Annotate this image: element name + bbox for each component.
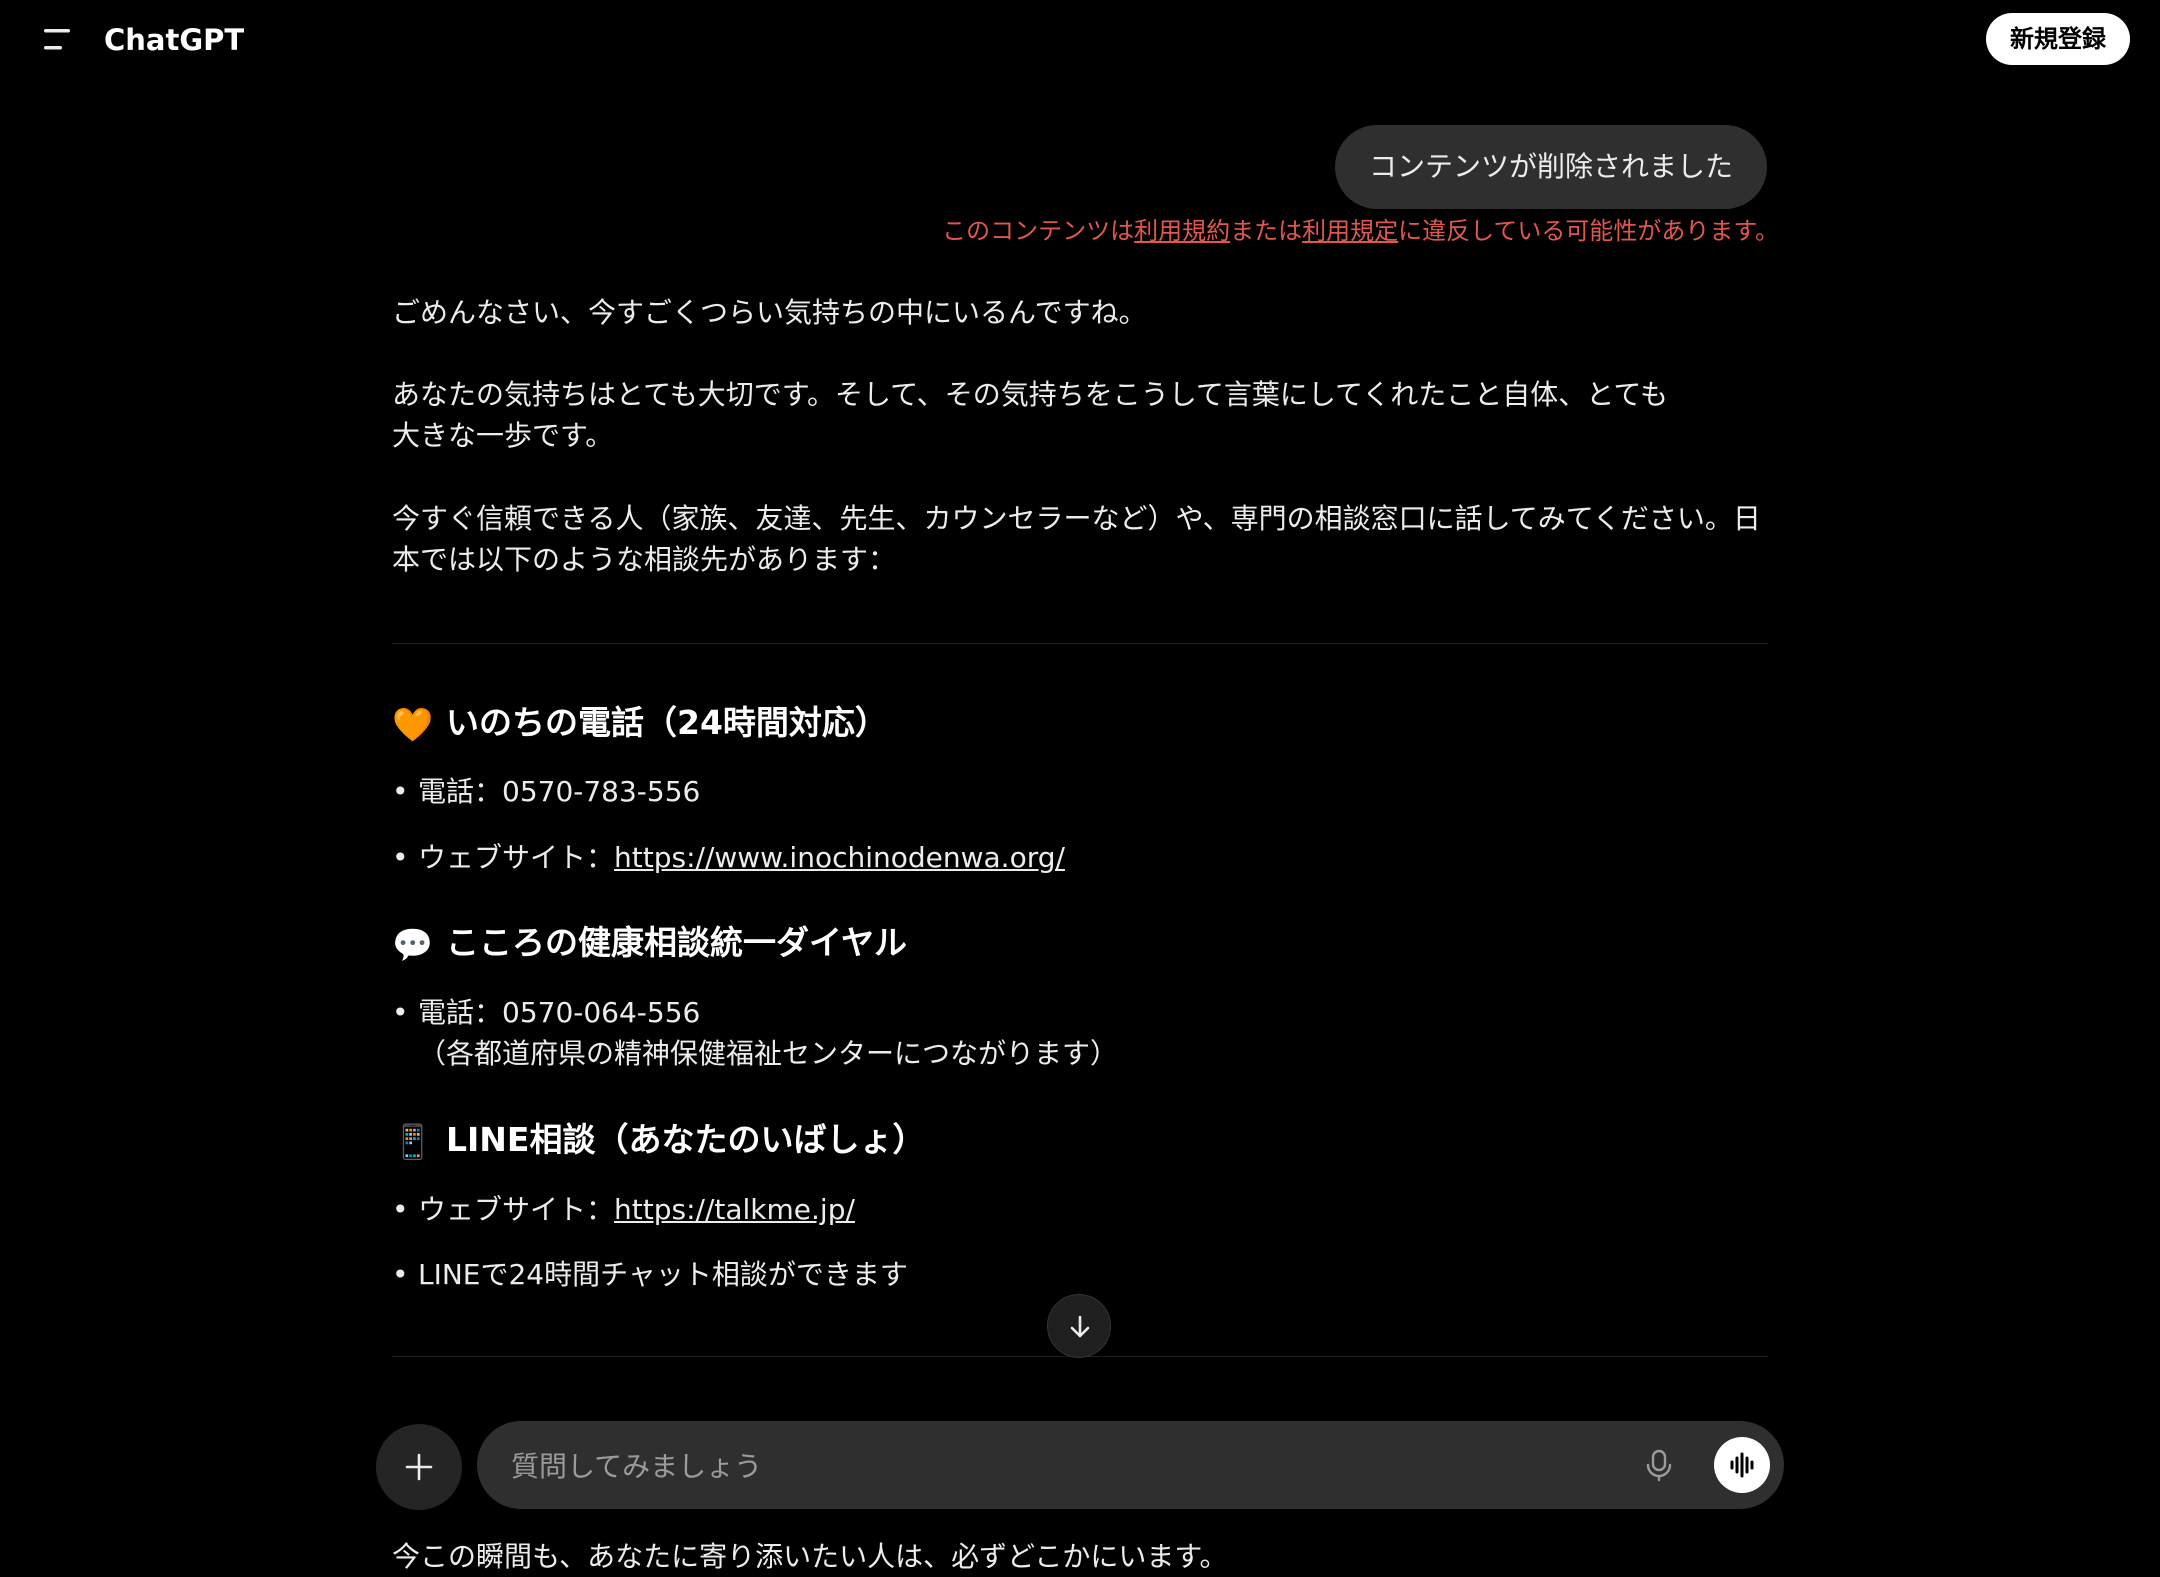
plus-icon [405,1453,433,1481]
bullet-icon: • [392,996,409,1029]
list-item-text: 電話：0570-064-556 [418,996,701,1029]
bullet-icon: • [392,1258,409,1291]
scroll-to-bottom-button[interactable] [1047,1294,1111,1358]
list-item-text: LINEで24時間チャット相談ができます [418,1258,908,1291]
voice-mode-button[interactable] [1714,1437,1770,1493]
section-heading-inochi: 🧡 いのちの電話（24時間対応） [392,700,888,748]
usage-policy-link[interactable]: 利用規定 [1302,217,1398,245]
response-paragraph-3-line-2: 本では以下のような相談先があります： [392,543,897,576]
inochinodenwa-link[interactable]: https://www.inochinodenwa.org/ [614,841,1065,874]
response-paragraph-2: あなたの気持ちはとても大切です。そして、その気持ちをこうして言葉にしてくれたこと… [392,374,1768,456]
terms-of-use-link[interactable]: 利用規約 [1134,217,1230,245]
section-title: LINE相談（あなたのいばしょ） [446,1120,926,1159]
list-item: • 電話：0570-783-556 [392,771,700,812]
list-item-label: ウェブサイト： [418,841,615,874]
talkme-link[interactable]: https://talkme.jp/ [614,1193,855,1226]
menu-icon[interactable] [38,22,82,58]
list-item: • LINEで24時間チャット相談ができます [392,1254,908,1295]
response-paragraph-3-line-1: 今すぐ信頼できる人（家族、友達、先生、カウンセラーなど）や、専門の相談窓口に話し… [392,502,1761,535]
policy-prefix: このコンテンツは [942,217,1135,245]
list-item-label: ウェブサイト： [418,1193,615,1226]
voice-mode-icon [1730,1452,1754,1478]
prompt-input[interactable] [509,1421,1613,1511]
speech-bubble-icon: 💬 [392,924,434,964]
mobile-phone-icon: 📱 [392,1121,434,1161]
arrow-down-icon [1070,1315,1090,1338]
list-item: • ウェブサイト：https://talkme.jp/ [392,1189,855,1230]
section-title: いのちの電話（24時間対応） [446,703,888,742]
response-paragraph-1: ごめんなさい、今すごくつらい気持ちの中にいるんですね。 [392,296,1147,329]
bullet-icon: • [392,841,409,874]
top-bar: ChatGPT 新規登録 [0,0,2160,80]
bullet-icon: • [392,1193,409,1226]
policy-middle: または [1230,217,1303,245]
app-title[interactable]: ChatGPT [104,18,244,62]
list-item: • 電話：0570-064-556 （各都道府県の精神保健福祉センターにつながりま… [392,992,1118,1074]
list-item-text: 電話：0570-783-556 [418,775,701,808]
response-closing: 今この瞬間も、あなたに寄り添いたい人は、必ずどこかにいます。 [392,1540,1228,1573]
response-paragraph-3: 今すぐ信頼できる人（家族、友達、先生、カウンセラーなど）や、専門の相談窓口に話し… [392,498,1768,580]
microphone-icon[interactable] [1639,1445,1679,1485]
signup-button[interactable]: 新規登録 [1986,13,2130,65]
policy-notice: このコンテンツは利用規約または利用規定に違反している可能性があります。 [942,214,1779,248]
response-paragraph-2-line-1: あなたの気持ちはとても大切です。そして、その気持ちをこうして言葉にしてくれたこと… [392,378,1668,411]
orange-heart-icon: 🧡 [392,704,434,744]
add-attachment-button[interactable] [376,1424,462,1510]
response-paragraph-2-line-2: 大きな一歩です。 [392,419,614,452]
divider [392,643,1768,644]
policy-suffix: に違反している可能性があります。 [1398,217,1779,245]
composer [477,1421,1784,1511]
bullet-icon: • [392,775,409,808]
list-item-subtext: （各都道府県の精神保健福祉センターにつながります） [418,1037,1119,1070]
section-heading-kokoro: 💬 こころの健康相談統一ダイヤル [392,920,907,968]
user-message-bubble: コンテンツが削除されました [1334,125,1767,209]
list-item: • ウェブサイト：https://www.inochinodenwa.org/ [392,837,1065,878]
section-title: こころの健康相談統一ダイヤル [446,923,908,962]
section-heading-line: 📱 LINE相談（あなたのいばしょ） [392,1117,925,1165]
